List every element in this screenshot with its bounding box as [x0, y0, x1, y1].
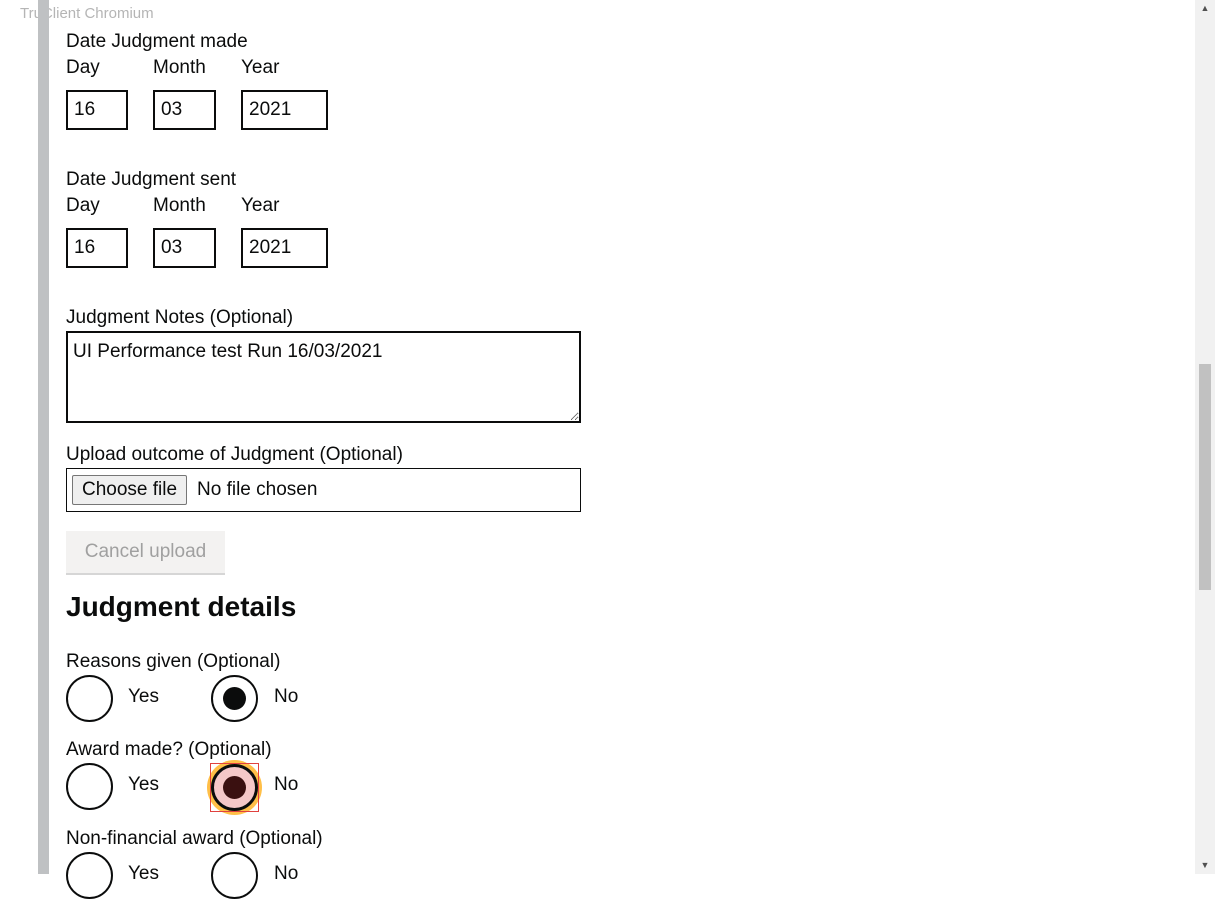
notes-label: Judgment Notes (Optional) — [66, 307, 294, 328]
scroll-down-icon[interactable]: ▼ — [1195, 857, 1215, 874]
choose-file-button[interactable]: Choose file — [72, 475, 188, 505]
scroll-up-icon[interactable]: ▲ — [1195, 0, 1215, 17]
nonfinancial-no-label: No — [274, 863, 299, 884]
reasons-yes-radio[interactable] — [66, 675, 113, 722]
file-status-text: No file chosen — [197, 479, 318, 500]
date-made-legend: Date Judgment made — [66, 31, 248, 52]
date-sent-legend: Date Judgment sent — [66, 169, 237, 190]
award-no-label: No — [274, 774, 299, 795]
award-yes-label: Yes — [128, 774, 159, 795]
date-made-month-input[interactable] — [153, 90, 216, 130]
vertical-scrollbar[interactable]: ▲ ▼ — [1195, 0, 1215, 874]
cancel-upload-button[interactable]: Cancel upload — [66, 531, 225, 573]
reasons-yes-label: Yes — [128, 686, 159, 707]
date-sent-day-input[interactable] — [66, 228, 128, 268]
date-made-year-input[interactable] — [241, 90, 328, 130]
date-sent-year-input[interactable] — [241, 228, 328, 268]
award-legend: Award made? (Optional) — [66, 739, 272, 760]
reasons-no-label: No — [274, 686, 299, 707]
reasons-legend: Reasons given (Optional) — [66, 651, 281, 672]
notes-textarea[interactable]: UI Performance test Run 16/03/2021 — [66, 331, 581, 423]
date-made-day-input[interactable] — [66, 90, 128, 130]
reasons-no-radio[interactable] — [211, 675, 258, 722]
date-sent-month-label: Month — [153, 195, 206, 216]
nonfinancial-no-radio[interactable] — [211, 852, 258, 899]
date-sent-day-label: Day — [66, 195, 100, 216]
file-upload-input[interactable]: Choose file No file chosen — [66, 468, 581, 512]
nonfinancial-yes-label: Yes — [128, 863, 159, 884]
judgment-details-heading: Judgment details — [66, 591, 297, 622]
focus-highlight — [210, 763, 259, 812]
nonfinancial-yes-radio[interactable] — [66, 852, 113, 899]
radio-checked-dot — [223, 687, 246, 710]
date-made-year-label: Year — [241, 57, 280, 78]
date-sent-month-input[interactable] — [153, 228, 216, 268]
scrollbar-thumb[interactable] — [1199, 364, 1211, 590]
left-border-bar — [38, 0, 49, 874]
upload-label: Upload outcome of Judgment (Optional) — [66, 444, 403, 465]
date-made-month-label: Month — [153, 57, 206, 78]
date-made-day-label: Day — [66, 57, 100, 78]
nonfinancial-legend: Non-financial award (Optional) — [66, 828, 323, 849]
award-yes-radio[interactable] — [66, 763, 113, 810]
date-sent-year-label: Year — [241, 195, 280, 216]
